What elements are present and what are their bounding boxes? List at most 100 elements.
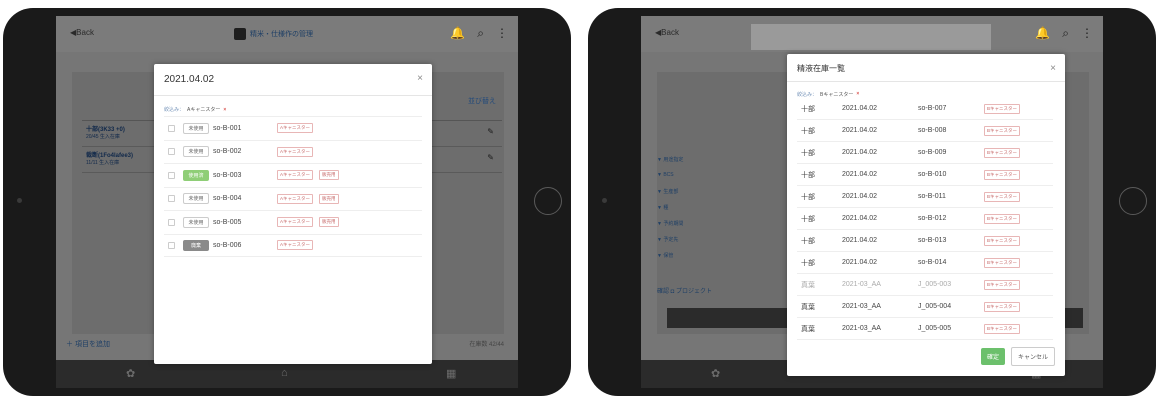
camera (602, 198, 607, 203)
bell-icon[interactable]: 🔔 (450, 26, 465, 41)
canister-tag: Bキャニスター (984, 279, 1021, 290)
sort-link[interactable]: 並び替え (468, 96, 496, 106)
item-code: so-B-001 (213, 124, 242, 132)
canister-tag: Bキャニスター (984, 257, 1021, 268)
item-kind: 十部 (801, 193, 815, 201)
list-item[interactable]: 廃棄 so-B-006 Aキャニスター (164, 233, 422, 257)
close-icon[interactable]: × (417, 73, 423, 84)
add-item-link[interactable]: ＋ 項目を追加 (66, 339, 110, 349)
item-code: so-B-013 (918, 237, 947, 244)
canister-tag: Bキャニスター (984, 323, 1021, 334)
sidebar-item: ▼ 予定先 (657, 237, 679, 243)
sidebar-item: ▼ 種 (657, 205, 669, 211)
item-date: 2021-03_AA (842, 325, 881, 332)
item-code: so-B-005 (213, 218, 242, 226)
more-vert-icon[interactable]: ⋮ (1081, 26, 1093, 41)
item-code: so-B-006 (213, 241, 242, 249)
status-badge: 廃棄 (183, 239, 209, 251)
item-code: so-B-008 (918, 127, 947, 134)
list-item[interactable]: 十部 2021.04.02 so-B-010 Bキャニスター (797, 164, 1053, 186)
row-checkbox[interactable] (168, 148, 175, 156)
sidebar-item: ▼ 用途指定 (657, 157, 684, 163)
sidebar-item: ▼ 予約期間 (657, 221, 684, 227)
edit-icon[interactable]: ✎ (487, 153, 494, 162)
filter-label: 絞込み： (164, 107, 185, 113)
tablet-right: ◀Back 🔔 ⌕ ⋮ ▼ 用途指定 ▼ BCS ▼ 生産部 ▼ 種 ▼ 予約期間 ▼ 予… (588, 8, 1156, 396)
item-code: so-B-002 (213, 148, 242, 156)
list-item[interactable]: 使用済 so-B-003 Aキャニスター 販売用 (164, 163, 422, 187)
item-code: J_005-005 (918, 325, 952, 332)
usage-tag: 販売用 (319, 170, 339, 181)
top-icons: 🔔 ⌕ ⋮ (450, 26, 508, 41)
home-hardware-button[interactable] (534, 187, 562, 215)
canister-tag: Bキャニスター (984, 301, 1021, 312)
search-icon[interactable]: ⌕ (477, 26, 484, 41)
canister-tag: Aキャニスター (277, 146, 314, 157)
list-item[interactable]: 十部 2021.04.02 so-B-013 Bキャニスター (797, 230, 1053, 252)
item-date: 2021.04.02 (842, 105, 878, 112)
sidebar-item: ▼ 生産部 (657, 189, 679, 195)
more-vert-icon[interactable]: ⋮ (496, 26, 508, 41)
item-code: J_005-003 (918, 281, 952, 288)
list-item[interactable]: 真葉 2021-03_AA J_005-004 Bキャニスター (797, 296, 1053, 318)
row-checkbox[interactable] (168, 241, 175, 249)
filter-remove-icon[interactable]: × (223, 107, 226, 113)
calendar-icon[interactable]: ▦ (446, 367, 456, 380)
stock-count: 在庫数 42/44 (469, 342, 504, 348)
row-checkbox[interactable] (168, 124, 175, 132)
item-date: 2021.04.02 (842, 127, 878, 134)
modal-title: 2021.04.02 (164, 74, 215, 85)
item-code: so-B-007 (918, 105, 947, 112)
item-code: so-B-012 (918, 215, 947, 222)
list-item[interactable]: 十部 2021.04.02 so-B-014 Bキャニスター (797, 252, 1053, 274)
status-badge: 未使用 (183, 122, 209, 134)
filter-label: 絞込み： (797, 92, 818, 98)
modal-title: 精液在庫一覧 (797, 64, 845, 73)
list-item[interactable]: 十部 2021.04.02 so-B-009 Bキャニスター (797, 142, 1053, 164)
list-item[interactable]: 十部 2021.04.02 so-B-007 Bキャニスター (797, 98, 1053, 120)
home-icon[interactable]: ⌂ (281, 367, 288, 379)
canister-tag: Aキャニスター (277, 240, 314, 251)
item-date: 2021.04.02 (842, 149, 878, 156)
list-item[interactable]: 未使用 so-B-002 Aキャニスター (164, 139, 422, 164)
filter-remove-icon[interactable]: × (856, 91, 859, 98)
sidebar-item: ▼ BCS (657, 172, 674, 178)
list-item[interactable]: 真葉 2021-03_AA J_005-003 Bキャニスター (797, 274, 1053, 296)
item-kind: 十部 (801, 215, 815, 223)
canister-tag: Aキャニスター (277, 123, 314, 134)
row-checkbox[interactable] (168, 171, 175, 179)
list-item[interactable]: 真葉 2021-03_AA J_005-005 Bキャニスター (797, 318, 1053, 340)
back-button[interactable]: ◀Back (70, 28, 94, 37)
confirm-button[interactable]: 確定 (980, 348, 1005, 365)
list-item[interactable]: 十部 2021.04.02 so-B-008 Bキャニスター (797, 120, 1053, 142)
item-code: so-B-014 (918, 259, 947, 266)
back-button[interactable]: ◀Back (655, 28, 679, 37)
canister-tag: Aキャニスター (277, 217, 314, 228)
list-item[interactable]: 未使用 so-B-004 Aキャニスター 販売用 (164, 186, 422, 211)
edit-icon[interactable]: ✎ (487, 127, 494, 136)
list-item[interactable]: 未使用 so-B-001 Aキャニスター (164, 116, 422, 140)
close-icon[interactable]: × (1050, 63, 1056, 74)
row-checkbox[interactable] (168, 218, 175, 226)
camera (17, 198, 22, 203)
sidebar-item: ▼ 保管 (657, 253, 674, 259)
list-item[interactable]: 十部 2021.04.02 so-B-012 Bキャニスター (797, 208, 1053, 230)
item-code: so-B-009 (918, 149, 947, 156)
list-item[interactable]: 未使用 so-B-005 Aキャニスター 販売用 (164, 210, 422, 234)
gear-icon[interactable]: ✿ (126, 367, 135, 380)
item-date: 2021-03_AA (842, 303, 881, 310)
item-date: 2021.04.02 (842, 237, 878, 244)
home-hardware-button[interactable] (1119, 187, 1147, 215)
row-checkbox[interactable] (168, 195, 175, 203)
bell-icon[interactable]: 🔔 (1035, 26, 1050, 41)
item-code: so-B-004 (213, 195, 242, 203)
cancel-button[interactable]: キャンセル (1010, 347, 1055, 366)
list-item[interactable]: 十部 2021.04.02 so-B-011 Bキャニスター (797, 186, 1053, 208)
gear-icon[interactable]: ✿ (711, 367, 720, 380)
item-code: so-B-011 (918, 193, 946, 200)
app-logo (234, 28, 246, 40)
search-icon[interactable]: ⌕ (1062, 26, 1069, 41)
top-icons: 🔔 ⌕ ⋮ (1035, 26, 1093, 41)
status-badge: 未使用 (183, 216, 209, 228)
item-code: J_005-004 (918, 303, 952, 310)
